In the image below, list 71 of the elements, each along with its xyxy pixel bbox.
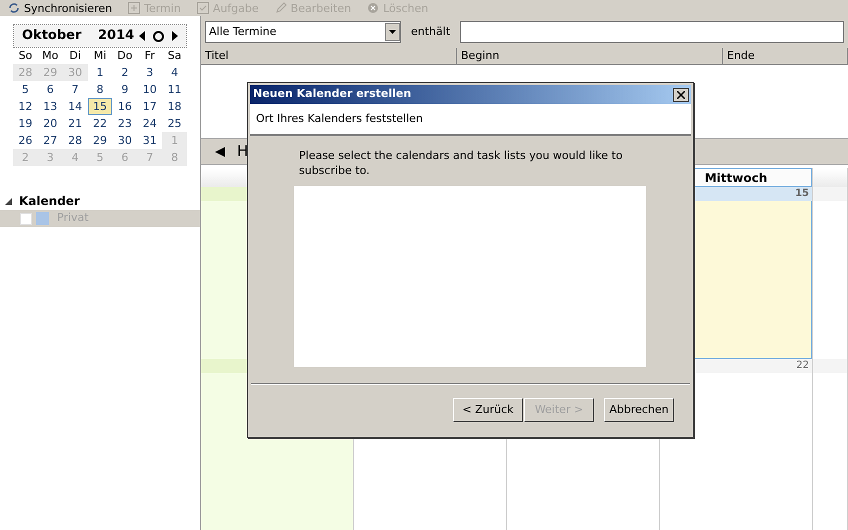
column-header[interactable]: Ende [723,48,848,64]
day-cell[interactable]: 27 [38,132,63,149]
filter-label: enthält [411,24,450,40]
previous-week-button[interactable] [215,146,225,156]
weekday-label: Mi [92,48,108,64]
day-cell[interactable]: 31 [137,132,162,149]
delete-icon [367,2,380,14]
day-cell[interactable]: 4 [162,64,187,81]
expand-arrow-icon[interactable] [5,198,12,204]
day-cell[interactable]: 29 [88,132,112,149]
dialog-button[interactable]: Abbrechen [604,398,674,422]
today-button[interactable] [153,30,164,42]
pencil-icon [274,2,287,14]
day-cell[interactable]: 23 [112,115,138,132]
year-label: 2014 [98,27,134,46]
day-cell[interactable]: 18 [162,98,187,115]
day-cell[interactable]: 25 [162,115,187,132]
day-cell[interactable]: 21 [62,115,88,132]
dialog-message: Please select the calendars and task lists you would like to subscribe to. [299,148,624,178]
close-button[interactable] [673,88,689,102]
month-label: Oktober [22,27,82,46]
day-cell[interactable]: 30 [112,132,138,149]
day-cell[interactable]: 12 [13,98,38,115]
day-number-strip [813,187,847,201]
next-month-button[interactable] [172,31,178,41]
day-cell[interactable]: 6 [38,81,63,98]
day-cell[interactable]: 1 [88,64,112,81]
day-cell[interactable]: 10 [137,81,162,98]
day-cell[interactable]: 7 [62,81,88,98]
sync-icon [8,2,20,14]
day-cell[interactable]: 22 [88,115,112,132]
week-title: H [237,141,248,162]
checkbox[interactable] [20,212,32,224]
task-icon [196,2,209,14]
day-cell[interactable]: 11 [162,81,187,98]
weekday-label: Di [68,48,82,64]
weekday-label: Mo [41,48,60,64]
weekday-label: Do [116,48,134,64]
day-cell[interactable]: 26 [13,132,38,149]
dropdown-arrow-icon[interactable] [389,30,396,34]
day-cell[interactable]: 17 [137,98,162,115]
day-cell[interactable]: 13 [38,98,63,115]
search-field[interactable] [460,21,844,43]
filter-dropdown[interactable]: Alle Termine [205,21,401,43]
day-cell[interactable]: 19 [13,115,38,132]
weekday-label: So [18,48,34,64]
day-column-header [813,168,847,187]
dialog-title: Neuen Kalender erstellen [253,86,412,102]
day-cell[interactable]: 15 [88,98,112,115]
weekday-label: Fr [144,48,156,64]
day-cell[interactable]: 14 [62,98,88,115]
day-cell[interactable]: 3 [137,64,162,81]
toolbar-button[interactable]: Synchronisieren [8,2,112,14]
previous-month-button[interactable] [139,31,145,41]
close-icon [677,90,685,98]
day-cell[interactable]: 9 [112,81,138,98]
plus-icon [128,2,140,14]
day-cell[interactable]: 5 [13,81,38,98]
day-number-strip [813,359,847,373]
day-cell[interactable]: 24 [137,115,162,132]
day-cell[interactable]: 2 [112,64,138,81]
day-cell[interactable]: 8 [88,81,112,98]
column-header[interactable]: Titel [201,48,457,64]
day-cell[interactable]: 16 [112,98,138,115]
dialog-subtitle: Ort Ihres Kalenders feststellen [256,110,423,127]
day-cell[interactable]: 20 [38,115,63,132]
day-cell[interactable]: 28 [62,132,88,149]
column-header[interactable]: Beginn [457,48,723,64]
weekday-label: Sa [166,48,182,64]
dialog-button[interactable]: < Zurück [453,398,523,422]
section-title: Kalender [19,193,80,210]
